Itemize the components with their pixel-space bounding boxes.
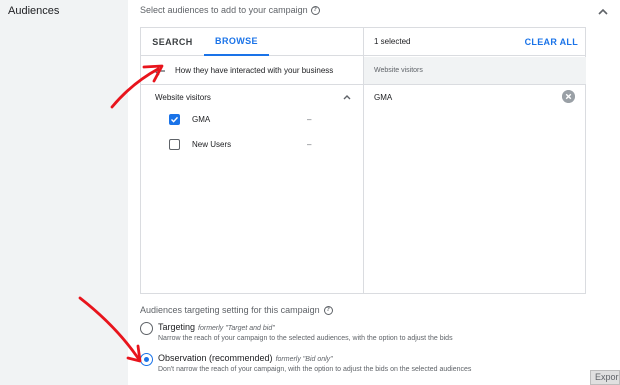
export-button[interactable]: Expor [590,370,620,385]
checkmark-icon [171,116,179,123]
option-formerly: formerly "Target and bid" [198,325,275,332]
arrow-back-icon[interactable] [153,64,167,78]
picker-tabs: SEARCH BROWSE [141,28,363,56]
targeting-setting-title: Audiences targeting setting for this cam… [140,305,333,315]
radio-targeting[interactable] [140,322,153,335]
option-description: Narrow the reach of your campaign to the… [158,335,453,342]
selected-header: 1 selected CLEAR ALL [364,28,586,56]
audience-group-label: Website visitors [155,92,211,102]
option-title: Observation (recommended) formerly "Bid o… [158,353,333,363]
audience-item-label: GMA [192,114,211,124]
audience-item-value: – [307,139,312,149]
help-circle-icon[interactable]: ? [310,5,320,15]
selected-count: 1 selected [374,37,411,46]
section-label-column: Audiences [0,0,128,385]
audience-item-value: – [307,114,312,124]
help-circle-icon[interactable]: ? [323,305,333,315]
option-description: Don't narrow the reach of your campaign,… [158,366,472,373]
selected-group-header: Website visitors [364,57,586,85]
targeting-setting-label: Audiences targeting setting for this cam… [140,305,320,315]
option-name: Observation (recommended) [158,353,273,363]
audience-picker-panel: SEARCH BROWSE How they have interacted w… [140,27,586,294]
browse-category-label: How they have interacted with your busin… [175,66,334,75]
audience-group-header[interactable]: Website visitors [141,86,363,108]
selected-item-label: GMA [374,92,393,102]
tab-search[interactable]: SEARCH [141,28,204,56]
remove-circle-icon[interactable] [562,90,575,103]
browse-back-row[interactable]: How they have interacted with your busin… [141,57,363,85]
clear-all-button[interactable]: CLEAR ALL [525,28,578,56]
audience-item-new-users[interactable]: New Users – [141,133,363,155]
chevron-up-icon[interactable] [596,5,610,19]
tab-browse[interactable]: BROWSE [204,28,269,56]
selected-group-label: Website visitors [374,67,423,74]
radio-observation[interactable] [140,353,153,366]
chevron-up-icon[interactable] [341,91,353,103]
option-title: Targeting formerly "Target and bid" [158,322,275,332]
section-title: Audiences [8,5,60,17]
option-formerly: formerly "Bid only" [275,356,333,363]
audience-item-gma[interactable]: GMA – [141,108,363,130]
audience-prompt: Select audiences to add to your campaign… [140,5,320,15]
selected-item-gma: GMA [364,86,586,108]
audience-item-label: New Users [192,139,232,149]
prompt-text: Select audiences to add to your campaign [140,5,308,15]
checkbox-unchecked[interactable] [169,138,180,150]
checkbox-checked[interactable] [169,113,180,125]
option-name: Targeting [158,322,196,332]
